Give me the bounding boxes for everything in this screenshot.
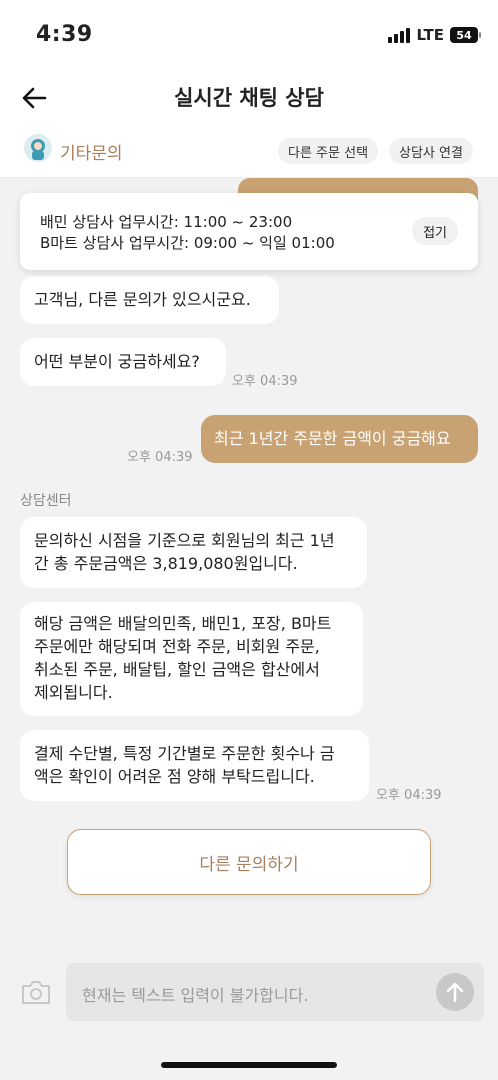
message-text: 최근 1년간 주문한 금액이 궁금해요 (214, 429, 451, 448)
bot-message: 문의하신 시점을 기준으로 회원님의 최근 1년 간 총 주문금액은 3,819… (20, 517, 367, 588)
message-text: 간 총 주문금액은 3,819,080원입니다. (34, 554, 298, 573)
fold-button[interactable]: 접기 (412, 217, 458, 245)
app-header: 실시간 채팅 상담 (0, 72, 498, 124)
signal-icon (388, 27, 411, 43)
message-text: 해당 금액은 배달의민족, 배민1, 포장, B마트 (34, 614, 332, 633)
message-text: 어떤 부분이 궁금하세요? (34, 352, 200, 371)
other-inquiry-button[interactable]: 다른 문의하기 (67, 829, 431, 895)
page-title: 실시간 채팅 상담 (174, 86, 324, 110)
business-hours-notice: 배민 상담사 업무시간: 11:00 ~ 23:00 B마트 상담사 업무시간:… (20, 193, 478, 270)
message-text: 제외됩니다. (34, 683, 113, 702)
inquiry-subbar: 기타문의 다른 주문 선택 상담사 연결 (0, 124, 498, 178)
message-text: 취소된 주문, 배달팁, 할인 금액은 합산에서 (34, 660, 320, 679)
sender-label: 상담센터 (20, 493, 72, 509)
message-text: 결제 수단별, 특정 기간별로 주문한 횟수나 금 (34, 744, 335, 763)
home-indicator (161, 1062, 337, 1068)
status-bar: 4:39 LTE 54 (0, 0, 498, 72)
message-text: 문의하신 시점을 기준으로 회원님의 최근 1년 (34, 531, 335, 550)
notice-baemin-hours: 배민 상담사 업무시간: 11:00 ~ 23:00 (40, 213, 293, 231)
status-time: 4:39 (36, 22, 93, 47)
status-indicators: LTE 54 (388, 26, 481, 44)
message-timestamp: 오후 04:39 (127, 450, 193, 465)
bot-message: 결제 수단별, 특정 기간별로 주문한 횟수나 금 액은 확인이 어려운 점 양… (20, 730, 369, 801)
user-message: 최근 1년간 주문한 금액이 궁금해요 (201, 415, 478, 463)
send-button[interactable] (436, 973, 474, 1011)
message-input[interactable]: 현재는 텍스트 입력이 불가합니다. (66, 963, 484, 1021)
connect-agent-button[interactable]: 상담사 연결 (389, 138, 473, 164)
bot-message: 해당 금액은 배달의민족, 배민1, 포장, B마트 주문에만 해당되며 전화 … (20, 602, 363, 716)
back-button[interactable] (14, 80, 54, 116)
arrow-up-icon (446, 982, 464, 1003)
message-text: 액은 확인이 어려운 점 양해 부탁드립니다. (34, 767, 315, 786)
category-label: 기타문의 (60, 144, 123, 164)
arrow-left-icon (22, 87, 47, 109)
bot-message: 어떤 부분이 궁금하세요? (20, 338, 226, 386)
cs-agent-avatar (24, 134, 52, 162)
camera-button[interactable] (18, 975, 54, 1009)
notice-bmart-hours: B마트 상담사 업무시간: 09:00 ~ 익일 01:00 (40, 234, 335, 252)
battery-icon: 54 (450, 27, 481, 43)
chat-screen: 4:39 LTE 54 실시간 채팅 상담 기타문의 다른 주문 선택 상담사 … (0, 0, 498, 1080)
select-other-order-button[interactable]: 다른 주문 선택 (278, 138, 379, 164)
camera-icon (22, 981, 50, 1004)
input-placeholder: 현재는 텍스트 입력이 불가합니다. (82, 986, 309, 1005)
message-text: 주문에만 해당되며 전화 주문, 비회원 주문, (34, 637, 320, 656)
bot-message: 고객님, 다른 문의가 있으시군요. (20, 276, 279, 324)
message-text: 고객님, 다른 문의가 있으시군요. (34, 290, 251, 309)
message-timestamp: 오후 04:39 (376, 788, 442, 803)
message-timestamp: 오후 04:39 (232, 374, 298, 389)
network-label: LTE (416, 26, 444, 44)
